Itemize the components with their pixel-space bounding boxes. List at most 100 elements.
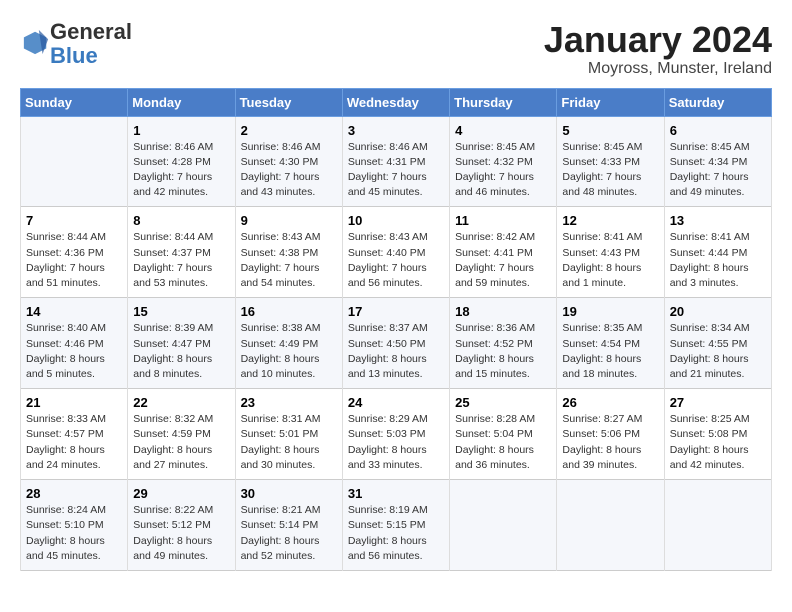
day-number: 4: [455, 123, 551, 138]
day-info: Sunrise: 8:32 AM Sunset: 4:59 PM Dayligh…: [133, 412, 229, 473]
day-info: Sunrise: 8:36 AM Sunset: 4:52 PM Dayligh…: [455, 321, 551, 382]
calendar-cell: 19 Sunrise: 8:35 AM Sunset: 4:54 PM Dayli…: [557, 298, 664, 389]
day-info: Sunrise: 8:34 AM Sunset: 4:55 PM Dayligh…: [670, 321, 766, 382]
calendar-cell: 4 Sunrise: 8:45 AM Sunset: 4:32 PM Daylig…: [450, 116, 557, 207]
calendar-cell: 28Sunrise: 8:24 AM Sunset: 5:10 PM Dayli…: [21, 480, 128, 571]
calendar-cell: 12 Sunrise: 8:41 AM Sunset: 4:43 PM Dayli…: [557, 207, 664, 298]
day-info: Sunrise: 8:38 AM Sunset: 4:49 PM Dayligh…: [241, 321, 337, 382]
calendar-header-sunday: Sunday: [21, 88, 128, 116]
day-number: 18: [455, 304, 551, 319]
day-number: 5: [562, 123, 658, 138]
day-number: 30: [241, 486, 337, 501]
calendar-cell: 20 Sunrise: 8:34 AM Sunset: 4:55 PM Dayli…: [664, 298, 771, 389]
day-info: Sunrise: 8:28 AM Sunset: 5:04 PM Dayligh…: [455, 412, 551, 473]
logo-text: General Blue: [50, 20, 132, 68]
day-number: 6: [670, 123, 766, 138]
day-info: Sunrise: 8:33 AM Sunset: 4:57 PM Dayligh…: [26, 412, 122, 473]
day-number: 17: [348, 304, 444, 319]
calendar-cell: 1 Sunrise: 8:46 AM Sunset: 4:28 PM Daylig…: [128, 116, 235, 207]
day-info: Sunrise: 8:29 AM Sunset: 5:03 PM Dayligh…: [348, 412, 444, 473]
calendar-cell: 14 Sunrise: 8:40 AM Sunset: 4:46 PM Dayli…: [21, 298, 128, 389]
day-info: Sunrise: 8:45 AM Sunset: 4:33 PM Dayligh…: [562, 140, 658, 201]
day-info: Sunrise: 8:42 AM Sunset: 4:41 PM Dayligh…: [455, 230, 551, 291]
day-number: 9: [241, 213, 337, 228]
day-info: Sunrise: 8:46 AM Sunset: 4:30 PM Dayligh…: [241, 140, 337, 201]
calendar-week-row: 21Sunrise: 8:33 AM Sunset: 4:57 PM Dayli…: [21, 389, 772, 480]
day-number: 14: [26, 304, 122, 319]
calendar-cell: 15 Sunrise: 8:39 AM Sunset: 4:47 PM Dayli…: [128, 298, 235, 389]
calendar-cell: 29 Sunrise: 8:22 AM Sunset: 5:12 PM Dayli…: [128, 480, 235, 571]
day-number: 2: [241, 123, 337, 138]
calendar-cell: 13Sunrise: 8:41 AM Sunset: 4:44 PM Dayli…: [664, 207, 771, 298]
title-area: January 2024 Moyross, Munster, Ireland: [544, 20, 772, 78]
calendar-header-wednesday: Wednesday: [342, 88, 449, 116]
calendar-cell: 16 Sunrise: 8:38 AM Sunset: 4:49 PM Dayli…: [235, 298, 342, 389]
location-subtitle: Moyross, Munster, Ireland: [544, 60, 772, 78]
calendar-header-friday: Friday: [557, 88, 664, 116]
calendar-cell: 25 Sunrise: 8:28 AM Sunset: 5:04 PM Dayli…: [450, 389, 557, 480]
calendar-cell: [450, 480, 557, 571]
day-info: Sunrise: 8:44 AM Sunset: 4:36 PM Dayligh…: [26, 230, 122, 291]
calendar-cell: 10 Sunrise: 8:43 AM Sunset: 4:40 PM Dayli…: [342, 207, 449, 298]
calendar-week-row: 14 Sunrise: 8:40 AM Sunset: 4:46 PM Dayli…: [21, 298, 772, 389]
day-info: Sunrise: 8:44 AM Sunset: 4:37 PM Dayligh…: [133, 230, 229, 291]
day-number: 8: [133, 213, 229, 228]
day-number: 22: [133, 395, 229, 410]
day-number: 7: [26, 213, 122, 228]
calendar-cell: 5 Sunrise: 8:45 AM Sunset: 4:33 PM Daylig…: [557, 116, 664, 207]
calendar-cell: 24 Sunrise: 8:29 AM Sunset: 5:03 PM Dayli…: [342, 389, 449, 480]
day-number: 11: [455, 213, 551, 228]
day-number: 23: [241, 395, 337, 410]
day-info: Sunrise: 8:22 AM Sunset: 5:12 PM Dayligh…: [133, 503, 229, 564]
day-number: 31: [348, 486, 444, 501]
day-number: 24: [348, 395, 444, 410]
day-info: Sunrise: 8:37 AM Sunset: 4:50 PM Dayligh…: [348, 321, 444, 382]
calendar-table: SundayMondayTuesdayWednesdayThursdayFrid…: [20, 88, 772, 571]
calendar-cell: [664, 480, 771, 571]
calendar-week-row: 7 Sunrise: 8:44 AM Sunset: 4:36 PM Daylig…: [21, 207, 772, 298]
day-number: 16: [241, 304, 337, 319]
calendar-cell: 17 Sunrise: 8:37 AM Sunset: 4:50 PM Dayli…: [342, 298, 449, 389]
calendar-cell: 21Sunrise: 8:33 AM Sunset: 4:57 PM Dayli…: [21, 389, 128, 480]
day-info: Sunrise: 8:19 AM Sunset: 5:15 PM Dayligh…: [348, 503, 444, 564]
day-number: 28: [26, 486, 122, 501]
day-info: Sunrise: 8:45 AM Sunset: 4:32 PM Dayligh…: [455, 140, 551, 201]
day-info: Sunrise: 8:41 AM Sunset: 4:43 PM Dayligh…: [562, 230, 658, 291]
day-number: 10: [348, 213, 444, 228]
day-number: 25: [455, 395, 551, 410]
calendar-cell: [557, 480, 664, 571]
day-info: Sunrise: 8:35 AM Sunset: 4:54 PM Dayligh…: [562, 321, 658, 382]
calendar-header-row: SundayMondayTuesdayWednesdayThursdayFrid…: [21, 88, 772, 116]
day-info: Sunrise: 8:43 AM Sunset: 4:40 PM Dayligh…: [348, 230, 444, 291]
day-number: 15: [133, 304, 229, 319]
page-header: General Blue January 2024 Moyross, Munst…: [20, 20, 772, 78]
calendar-cell: 9 Sunrise: 8:43 AM Sunset: 4:38 PM Daylig…: [235, 207, 342, 298]
calendar-header-monday: Monday: [128, 88, 235, 116]
calendar-cell: 22 Sunrise: 8:32 AM Sunset: 4:59 PM Dayli…: [128, 389, 235, 480]
day-info: Sunrise: 8:46 AM Sunset: 4:28 PM Dayligh…: [133, 140, 229, 201]
calendar-cell: 18 Sunrise: 8:36 AM Sunset: 4:52 PM Dayli…: [450, 298, 557, 389]
day-number: 12: [562, 213, 658, 228]
day-number: 19: [562, 304, 658, 319]
calendar-cell: 30 Sunrise: 8:21 AM Sunset: 5:14 PM Dayli…: [235, 480, 342, 571]
day-info: Sunrise: 8:43 AM Sunset: 4:38 PM Dayligh…: [241, 230, 337, 291]
calendar-cell: [21, 116, 128, 207]
calendar-cell: 3Sunrise: 8:46 AM Sunset: 4:31 PM Daylig…: [342, 116, 449, 207]
day-number: 20: [670, 304, 766, 319]
day-number: 26: [562, 395, 658, 410]
calendar-cell: 2 Sunrise: 8:46 AM Sunset: 4:30 PM Daylig…: [235, 116, 342, 207]
day-info: Sunrise: 8:31 AM Sunset: 5:01 PM Dayligh…: [241, 412, 337, 473]
day-info: Sunrise: 8:27 AM Sunset: 5:06 PM Dayligh…: [562, 412, 658, 473]
day-info: Sunrise: 8:39 AM Sunset: 4:47 PM Dayligh…: [133, 321, 229, 382]
calendar-week-row: 28Sunrise: 8:24 AM Sunset: 5:10 PM Dayli…: [21, 480, 772, 571]
month-title: January 2024: [544, 20, 772, 60]
day-number: 29: [133, 486, 229, 501]
day-number: 3: [348, 123, 444, 138]
day-number: 1: [133, 123, 229, 138]
day-number: 13: [670, 213, 766, 228]
day-info: Sunrise: 8:45 AM Sunset: 4:34 PM Dayligh…: [670, 140, 766, 201]
day-info: Sunrise: 8:40 AM Sunset: 4:46 PM Dayligh…: [26, 321, 122, 382]
calendar-cell: 27Sunrise: 8:25 AM Sunset: 5:08 PM Dayli…: [664, 389, 771, 480]
logo: General Blue: [20, 20, 132, 68]
day-info: Sunrise: 8:21 AM Sunset: 5:14 PM Dayligh…: [241, 503, 337, 564]
